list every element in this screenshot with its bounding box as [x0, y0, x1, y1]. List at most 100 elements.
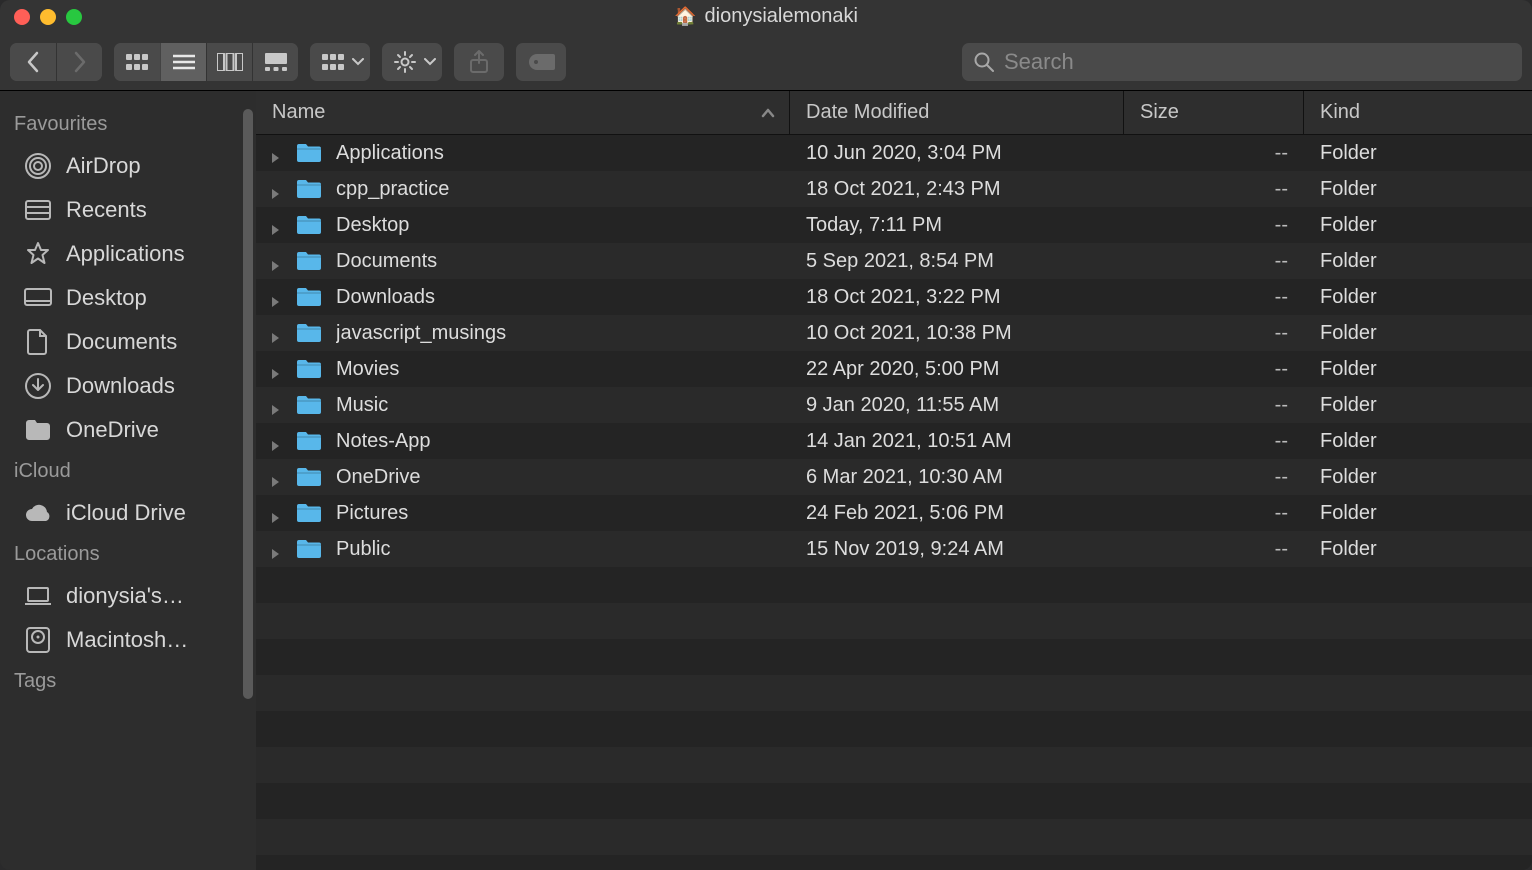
file-name: Downloads [336, 286, 790, 309]
sort-ascending-icon [761, 101, 775, 124]
column-date[interactable]: Date Modified [790, 91, 1124, 134]
disclosure-triangle-icon[interactable] [270, 147, 282, 159]
folder-icon [296, 215, 322, 235]
column-size[interactable]: Size [1124, 91, 1304, 134]
file-kind: Folder [1304, 322, 1532, 345]
file-size: -- [1124, 466, 1304, 489]
table-row[interactable]: Downloads 18 Oct 2021, 3:22 PM -- Folder [256, 279, 1532, 315]
disclosure-triangle-icon[interactable] [270, 291, 282, 303]
sidebar-item-applications[interactable]: Applications [0, 232, 256, 276]
disclosure-triangle-icon[interactable] [270, 471, 282, 483]
disclosure-triangle-icon[interactable] [270, 543, 282, 555]
file-kind: Folder [1304, 502, 1532, 525]
disclosure-triangle-icon[interactable] [270, 327, 282, 339]
column-name[interactable]: Name [256, 91, 790, 134]
sidebar-item-recents[interactable]: Recents [0, 188, 256, 232]
tags-button[interactable] [516, 43, 566, 81]
file-date: 14 Jan 2021, 10:51 AM [790, 430, 1124, 453]
gallery-view-button[interactable] [252, 43, 298, 81]
disclosure-triangle-icon[interactable] [270, 399, 282, 411]
file-date: 24 Feb 2021, 5:06 PM [790, 502, 1124, 525]
sidebar-item-macintosh[interactable]: Macintosh… [0, 618, 256, 662]
file-name: Music [336, 394, 790, 417]
file-size: -- [1124, 502, 1304, 525]
nav-buttons [10, 43, 102, 81]
disclosure-triangle-icon[interactable] [270, 435, 282, 447]
scrollbar-thumb[interactable] [243, 109, 253, 699]
view-mode-buttons [114, 43, 298, 81]
file-size: -- [1124, 142, 1304, 165]
sidebar-item-documents[interactable]: Documents [0, 320, 256, 364]
folder-icon [296, 179, 322, 199]
sidebar-item-dionysias[interactable]: dionysia's… [0, 574, 256, 618]
disk-icon [24, 626, 52, 654]
folder-icon [296, 503, 322, 523]
search-field[interactable] [962, 43, 1522, 81]
file-kind: Folder [1304, 286, 1532, 309]
fullscreen-window-button[interactable] [66, 9, 82, 25]
sidebar[interactable]: FavouritesAirDropRecentsApplicationsDesk… [0, 91, 256, 870]
action-dropdown[interactable] [382, 43, 442, 81]
disclosure-triangle-icon[interactable] [270, 363, 282, 375]
applications-icon [24, 240, 52, 268]
disclosure-triangle-icon[interactable] [270, 183, 282, 195]
empty-row [256, 567, 1532, 603]
table-row[interactable]: Pictures 24 Feb 2021, 5:06 PM -- Folder [256, 495, 1532, 531]
file-kind: Folder [1304, 430, 1532, 453]
file-kind: Folder [1304, 142, 1532, 165]
column-kind[interactable]: Kind [1304, 91, 1532, 134]
table-row[interactable]: OneDrive 6 Mar 2021, 10:30 AM -- Folder [256, 459, 1532, 495]
disclosure-triangle-icon[interactable] [270, 507, 282, 519]
table-row[interactable]: Applications 10 Jun 2020, 3:04 PM -- Fol… [256, 135, 1532, 171]
sidebar-item-desktop[interactable]: Desktop [0, 276, 256, 320]
file-size: -- [1124, 394, 1304, 417]
sidebar-item-label: Documents [66, 329, 177, 355]
close-window-button[interactable] [14, 9, 30, 25]
sidebar-section-locations: Locations [0, 535, 256, 574]
table-row[interactable]: cpp_practice 18 Oct 2021, 2:43 PM -- Fol… [256, 171, 1532, 207]
empty-row [256, 675, 1532, 711]
sidebar-section-favourites: Favourites [0, 105, 256, 144]
table-row[interactable]: Notes-App 14 Jan 2021, 10:51 AM -- Folde… [256, 423, 1532, 459]
rows-container[interactable]: Applications 10 Jun 2020, 3:04 PM -- Fol… [256, 135, 1532, 870]
table-row[interactable]: Music 9 Jan 2020, 11:55 AM -- Folder [256, 387, 1532, 423]
back-button[interactable] [10, 43, 56, 81]
file-date: 18 Oct 2021, 2:43 PM [790, 178, 1124, 201]
sidebar-item-iclouddrive[interactable]: iCloud Drive [0, 491, 256, 535]
search-input[interactable] [1004, 49, 1510, 75]
file-date: 5 Sep 2021, 8:54 PM [790, 250, 1124, 273]
disclosure-triangle-icon[interactable] [270, 255, 282, 267]
file-name: Movies [336, 358, 790, 381]
sidebar-item-airdrop[interactable]: AirDrop [0, 144, 256, 188]
table-row[interactable]: Movies 22 Apr 2020, 5:00 PM -- Folder [256, 351, 1532, 387]
icon-view-button[interactable] [114, 43, 160, 81]
finder-window: 🏠 dionysialemonaki [0, 0, 1532, 870]
sidebar-item-downloads[interactable]: Downloads [0, 364, 256, 408]
file-name: Desktop [336, 214, 790, 237]
file-date: 15 Nov 2019, 9:24 AM [790, 538, 1124, 561]
file-name: Applications [336, 142, 790, 165]
table-row[interactable]: Documents 5 Sep 2021, 8:54 PM -- Folder [256, 243, 1532, 279]
file-date: 22 Apr 2020, 5:00 PM [790, 358, 1124, 381]
file-kind: Folder [1304, 538, 1532, 561]
sidebar-item-label: Macintosh… [66, 627, 188, 653]
sidebar-item-onedrive[interactable]: OneDrive [0, 408, 256, 452]
column-view-button[interactable] [206, 43, 252, 81]
table-row[interactable]: javascript_musings 10 Oct 2021, 10:38 PM… [256, 315, 1532, 351]
file-name: Documents [336, 250, 790, 273]
airdrop-icon [24, 152, 52, 180]
column-kind-label: Kind [1320, 101, 1360, 124]
table-row[interactable]: Public 15 Nov 2019, 9:24 AM -- Folder [256, 531, 1532, 567]
arrange-dropdown[interactable] [310, 43, 370, 81]
forward-button[interactable] [56, 43, 102, 81]
file-list-area: Name Date Modified Size Kind Application… [256, 91, 1532, 870]
search-icon [974, 52, 994, 72]
share-button[interactable] [454, 43, 504, 81]
disclosure-triangle-icon[interactable] [270, 219, 282, 231]
file-date: 18 Oct 2021, 3:22 PM [790, 286, 1124, 309]
table-row[interactable]: Desktop Today, 7:11 PM -- Folder [256, 207, 1532, 243]
list-view-button[interactable] [160, 43, 206, 81]
minimize-window-button[interactable] [40, 9, 56, 25]
column-date-label: Date Modified [806, 101, 929, 124]
file-date: 6 Mar 2021, 10:30 AM [790, 466, 1124, 489]
